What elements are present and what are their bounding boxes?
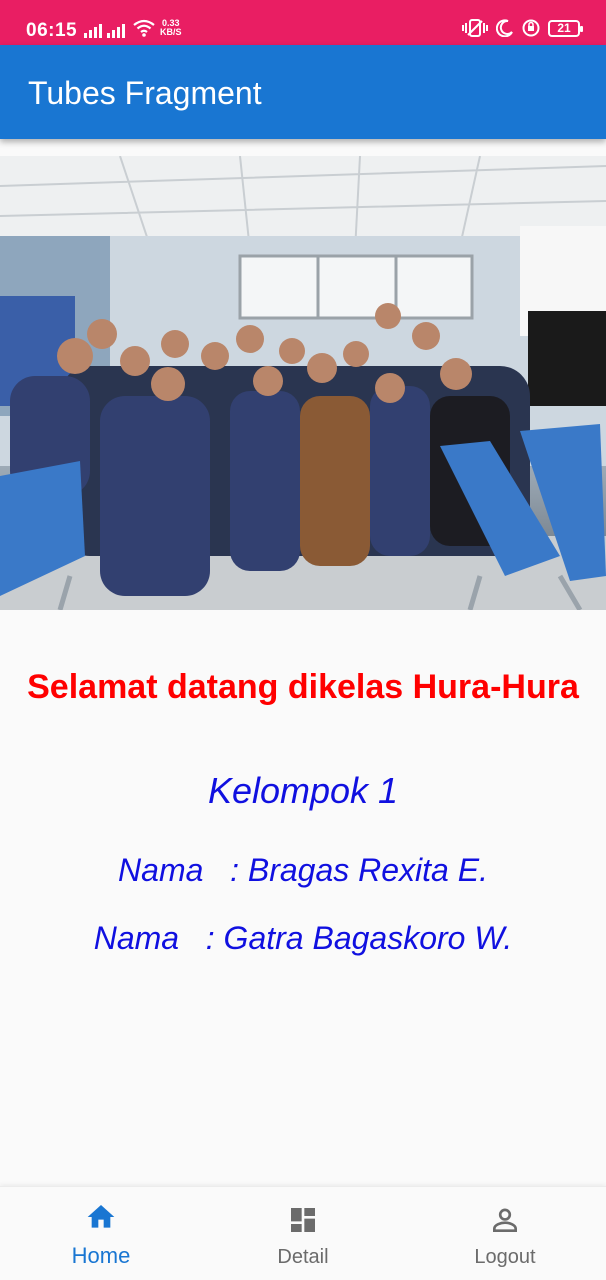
wifi-icon (133, 19, 155, 37)
group-photo (0, 156, 606, 610)
nav-label-home: Home (71, 1243, 131, 1268)
app-bar: Tubes Fragment (0, 45, 606, 139)
signal-icon (107, 24, 125, 38)
vibrate-icon (462, 19, 488, 37)
app-title: Tubes Fragment (28, 75, 262, 111)
nav-label-detail: Detail (277, 1246, 329, 1268)
welcome-heading: Selamat datang dikelas Hura-Hura (27, 668, 579, 706)
bottom-navigation: Home Detail Logout (0, 1186, 606, 1280)
member-name: Nama : Gatra Bagaskoro W. (93, 920, 513, 956)
nav-item-logout[interactable]: Logout (404, 1187, 606, 1280)
alarm-icon (522, 19, 540, 37)
person-icon (493, 1208, 517, 1232)
nav-item-detail[interactable]: Detail (202, 1187, 404, 1280)
dashboard-icon (291, 1208, 315, 1232)
status-bar: 06:15 0.33 KB/S 21 (0, 0, 606, 45)
nav-item-home[interactable]: Home (0, 1187, 202, 1280)
member-name: Nama : Bragas Rexita E. (118, 852, 488, 888)
home-icon (87, 1205, 115, 1228)
signal-icon (84, 24, 102, 38)
battery-icon: 21 (548, 19, 583, 37)
moon-icon (496, 19, 513, 37)
status-icons: 21 (462, 19, 583, 37)
network-speed-unit: KB/S (160, 27, 182, 37)
network-speed: 0.33 KB/S (160, 19, 182, 37)
status-time: 06:15 (26, 20, 78, 41)
group-title: Kelompok 1 (207, 770, 399, 811)
group-photo-image (0, 156, 606, 610)
nav-label-logout: Logout (474, 1246, 536, 1268)
